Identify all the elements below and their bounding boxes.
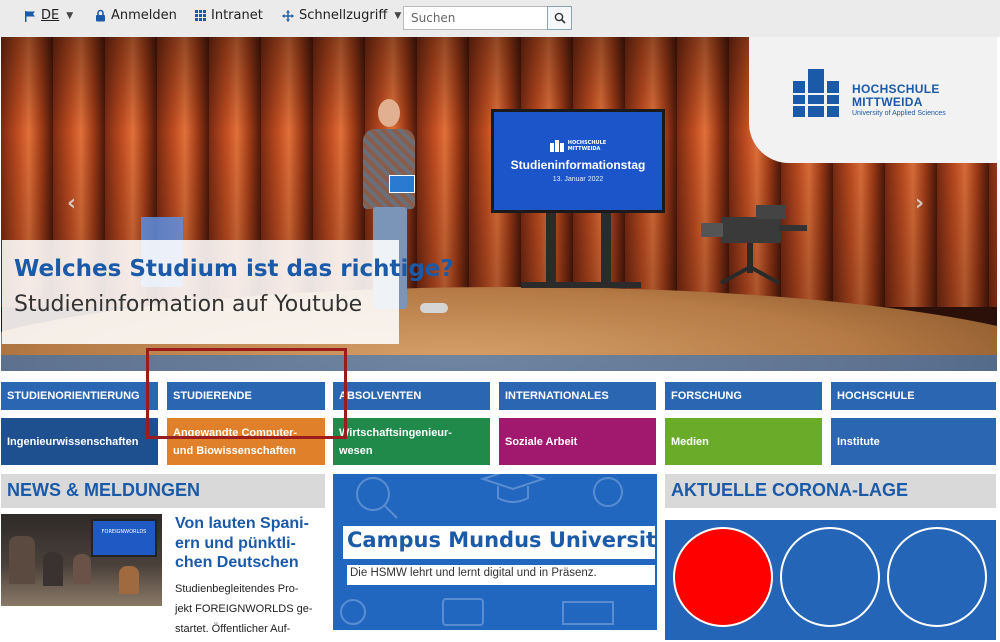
- corona-light-yellow: [780, 527, 880, 627]
- news-title[interactable]: Von lauten Spani- ern und pünktli- chen …: [175, 514, 325, 573]
- faculty-tile-computer-biowissenschaften[interactable]: Angewandte Computer- und Biowissenschaft…: [167, 418, 325, 465]
- campus-subtitle: Die HSMW lehrt und lernt digital und in …: [347, 565, 655, 585]
- hero-screen: HOCHSCHULE MITTWEIDA Studieninformations…: [491, 109, 665, 213]
- language-switch[interactable]: DE ▼: [24, 8, 73, 23]
- search-button[interactable]: [547, 6, 572, 30]
- faculty-tile-institute[interactable]: Institute: [831, 418, 996, 465]
- university-logo[interactable]: HOCHSCHULE MITTWEIDA University of Appli…: [749, 37, 997, 163]
- corona-heading: AKTUELLE CORONA-LAGE: [665, 474, 996, 508]
- chevron-down-icon: ▼: [66, 10, 74, 21]
- chevron-down-icon: ▼: [394, 10, 402, 21]
- login-link[interactable]: Anmelden: [95, 8, 177, 23]
- language-label: DE: [41, 8, 60, 23]
- quick-access-menu[interactable]: Schnellzugriff ▼: [282, 8, 401, 23]
- hero-caption[interactable]: Welches Studium ist das richtige? Studie…: [2, 240, 454, 344]
- intranet-label: Intranet: [211, 8, 263, 23]
- corona-light-green: [887, 527, 987, 627]
- hero-caption-subtitle: Studieninformation auf Youtube: [14, 292, 363, 317]
- nav-tile-absolventen[interactable]: ABSOLVENTEN: [333, 382, 490, 410]
- news-image[interactable]: FOREIGNWORLDS: [1, 514, 162, 606]
- logo-tagline: University of Applied Sciences: [852, 110, 946, 117]
- presenter-card: [389, 175, 415, 193]
- nav-tile-studierende[interactable]: STUDIERENDE: [167, 382, 325, 410]
- logo-line2: MITTWEIDA: [852, 95, 923, 109]
- corona-traffic-light[interactable]: [665, 520, 996, 640]
- university-logo-icon: [793, 69, 839, 117]
- top-bar: DE ▼ Anmelden Intranet Schnellzugriff ▼: [0, 0, 1000, 37]
- nav-tile-hochschule[interactable]: HOCHSCHULE: [831, 382, 996, 410]
- screen-logo: HOCHSCHULE MITTWEIDA: [549, 139, 606, 152]
- nav-tile-internationales[interactable]: INTERNATIONALES: [499, 382, 656, 410]
- faculty-tile-medien[interactable]: Medien: [665, 418, 822, 465]
- screen-date: 13. Januar 2022: [552, 175, 604, 183]
- news-image-screen: FOREIGNWORLDS: [91, 519, 157, 557]
- faculty-tile-ingenieurwissenschaften[interactable]: Ingenieurwissenschaften: [1, 418, 158, 465]
- intranet-link[interactable]: Intranet: [195, 8, 263, 23]
- campus-title: Campus Mundus University: [343, 526, 657, 559]
- screen-title: Studieninformationstag: [510, 157, 646, 172]
- search-icon: [554, 9, 566, 28]
- grid-icon: [195, 10, 206, 21]
- tv-camera-icon: [701, 205, 807, 285]
- news-heading: NEWS & MELDUNGEN: [1, 474, 325, 508]
- hero-slider[interactable]: HOCHSCHULE MITTWEIDA Studieninformations…: [1, 37, 997, 371]
- flag-icon: [24, 10, 36, 22]
- lock-icon: [95, 9, 106, 22]
- presenter-body: [363, 129, 415, 209]
- search-input[interactable]: [403, 6, 548, 30]
- move-arrows-icon: [282, 9, 294, 22]
- campus-mundus-banner[interactable]: Campus Mundus University Die HSMW lehrt …: [333, 474, 657, 630]
- presenter-head: [378, 99, 400, 127]
- corona-light-red: [673, 527, 773, 627]
- slider-prev-arrow-icon[interactable]: ‹: [67, 191, 76, 216]
- login-label: Anmelden: [111, 8, 177, 23]
- news-teaser: Studienbegleitendes Pro- jekt FOREIGNWOR…: [175, 583, 313, 635]
- quick-access-label: Schnellzugriff: [299, 8, 388, 23]
- slider-next-arrow-icon[interactable]: ›: [915, 191, 924, 216]
- faculty-tile-soziale-arbeit[interactable]: Soziale Arbeit: [499, 418, 656, 465]
- nav-tile-studienorientierung[interactable]: STUDIENORIENTIERUNG: [1, 382, 158, 410]
- nav-tile-forschung[interactable]: FORSCHUNG: [665, 382, 822, 410]
- hero-caption-title: Welches Studium ist das richtige?: [14, 256, 454, 282]
- faculty-tile-wirtschaftsingenieurwesen[interactable]: Wirtschaftsingenieur- wesen: [333, 418, 490, 465]
